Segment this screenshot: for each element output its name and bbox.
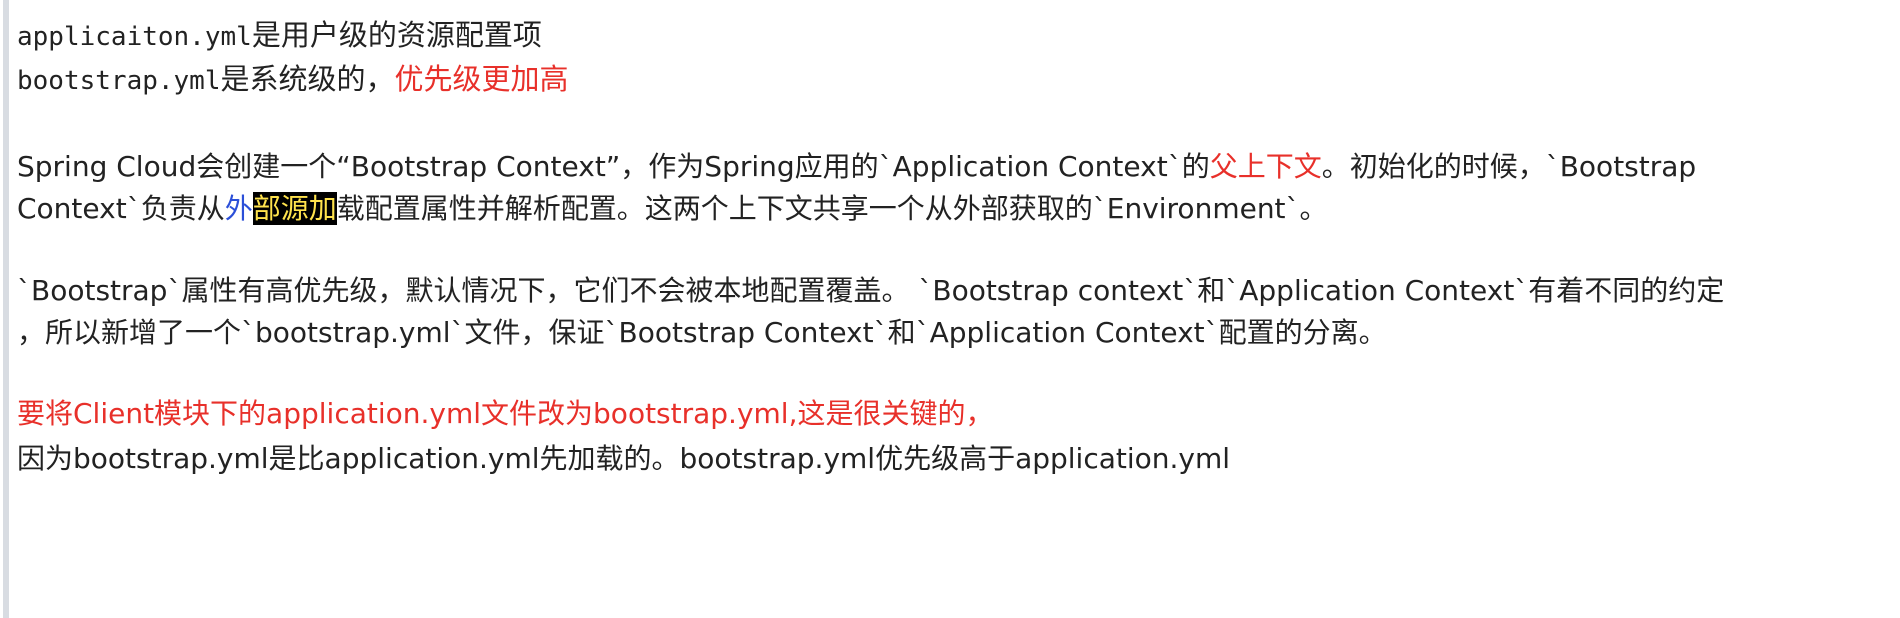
code-bootstrap-yml: bootstrap.yml (17, 66, 221, 96)
para1-selection-highlight[interactable]: 部源 (252, 192, 309, 225)
paragraph-bootstrap-context: Spring Cloud会创建一个“Bootstrap Context”，作为S… (17, 146, 1696, 230)
para1-external-word: 外 (224, 192, 253, 225)
para1-row1-a: Spring Cloud会创建一个“Bootstrap Context”，作为S… (17, 150, 1210, 183)
para1-row1: Spring Cloud会创建一个“Bootstrap Context”，作为S… (17, 146, 1696, 188)
para1-row1-b: 。初始化的时候，`Bootstrap (1321, 150, 1697, 183)
line-application-yml: applicaiton.yml是用户级的资源配置项 (17, 14, 542, 58)
para1-parent-context: 父上下文 (1209, 150, 1322, 183)
line2-emphasis: 优先级更加高 (394, 62, 569, 96)
explanation-line: 因为bootstrap.yml是比application.yml先加载的。boo… (17, 442, 1231, 475)
left-margin-rule (3, 0, 9, 618)
para2-row2: ，所以新增了一个`bootstrap.yml`文件，保证`Bootstrap C… (17, 316, 1387, 349)
line1-text: 是用户级的资源配置项 (251, 18, 542, 52)
paragraph-bootstrap-priority: `Bootstrap`属性有高优先级，默认情况下，它们不会被本地配置覆盖。 `B… (17, 270, 1724, 354)
para1-row2: Context`负责从外部源加载配置属性并解析配置。这两个上下文共享一个从外部获… (17, 188, 1696, 230)
para1-row2-b: 载配置属性并解析配置。这两个上下文共享一个从外部获取的`Environment`… (336, 192, 1328, 225)
para1-row2-a: Context`负责从 (17, 192, 225, 225)
line-bootstrap-yml: bootstrap.yml是系统级的，优先级更加高 (17, 58, 569, 102)
line2-text: 是系统级的， (220, 62, 395, 96)
red-instruction-line: 要将Client模块下的application.yml文件改为bootstrap… (17, 397, 994, 430)
para2-row1: `Bootstrap`属性有高优先级，默认情况下，它们不会被本地配置覆盖。 `B… (17, 274, 1725, 307)
para1-selection-highlight-2[interactable]: 加 (308, 192, 337, 225)
code-application-yml: applicaiton.yml (17, 22, 252, 52)
document-page: applicaiton.yml是用户级的资源配置项 bootstrap.yml是… (0, 0, 1900, 618)
